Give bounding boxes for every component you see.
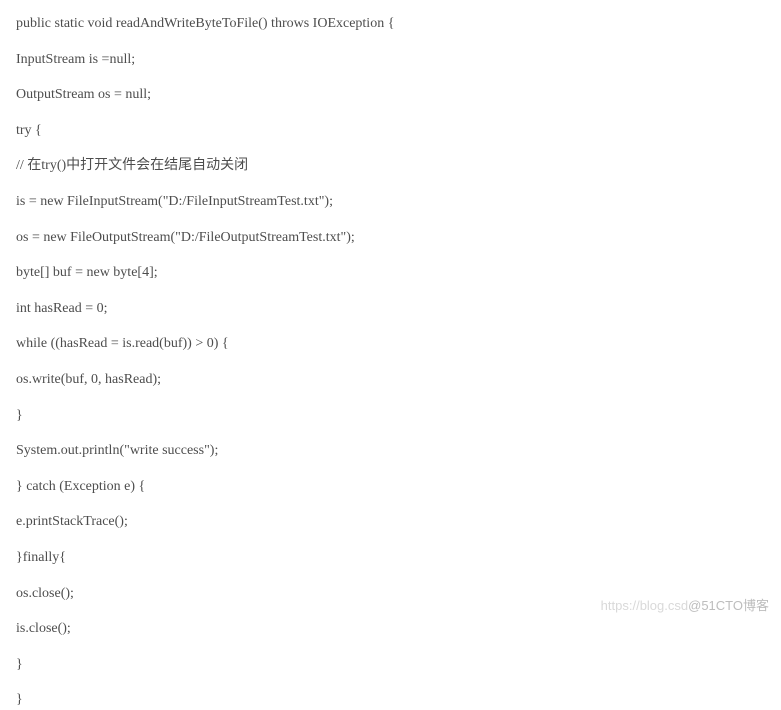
watermark-strong: @51CTO博客 bbox=[688, 598, 769, 613]
watermark: https://blog.csd@51CTO博客 bbox=[601, 597, 769, 615]
code-line: is.close(); bbox=[16, 619, 765, 639]
code-line: } catch (Exception e) { bbox=[16, 477, 765, 497]
code-line: while ((hasRead = is.read(buf)) > 0) { bbox=[16, 334, 765, 354]
code-line: } bbox=[16, 406, 765, 426]
code-line: byte[] buf = new byte[4]; bbox=[16, 263, 765, 283]
code-line: OutputStream os = null; bbox=[16, 85, 765, 105]
code-line: os = new FileOutputStream("D:/FileOutput… bbox=[16, 228, 765, 248]
code-line: e.printStackTrace(); bbox=[16, 512, 765, 532]
code-line: os.write(buf, 0, hasRead); bbox=[16, 370, 765, 390]
watermark-faint: https://blog.csd bbox=[601, 598, 688, 613]
code-line: try { bbox=[16, 121, 765, 141]
code-line: int hasRead = 0; bbox=[16, 299, 765, 319]
code-line: } bbox=[16, 655, 765, 675]
code-line: System.out.println("write success"); bbox=[16, 441, 765, 461]
code-line: } bbox=[16, 690, 765, 710]
code-line: InputStream is =null; bbox=[16, 50, 765, 70]
code-line: is = new FileInputStream("D:/FileInputSt… bbox=[16, 192, 765, 212]
code-line: // 在try()中打开文件会在结尾自动关闭 bbox=[16, 156, 765, 176]
code-line: public static void readAndWriteByteToFil… bbox=[16, 14, 765, 34]
code-line: }finally{ bbox=[16, 548, 765, 568]
